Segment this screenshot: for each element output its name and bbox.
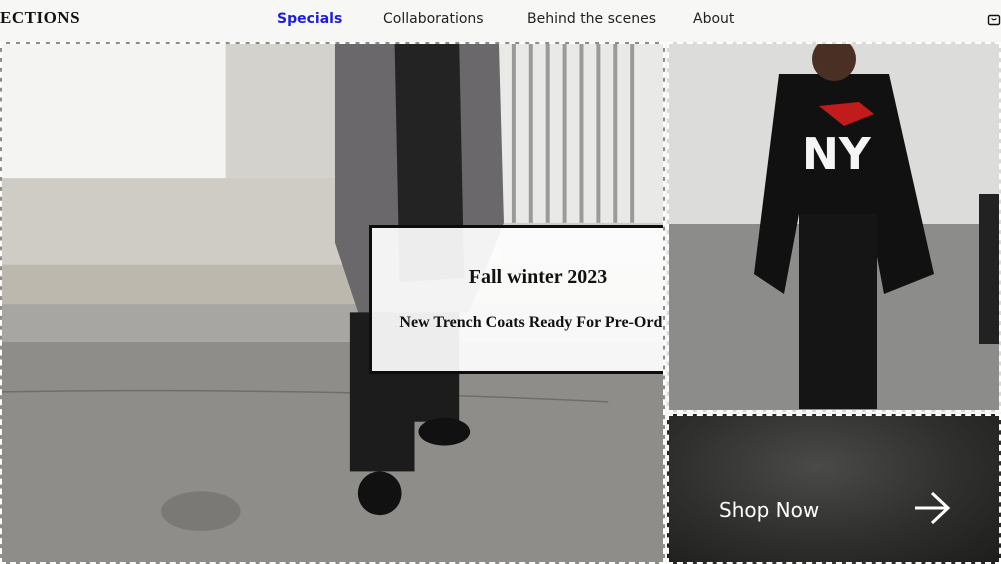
- runway-photo: NY: [669, 44, 999, 410]
- nav-behind-the-scenes[interactable]: Behind the scenes: [527, 11, 656, 27]
- shop-now-label: Shop Now: [719, 498, 820, 522]
- shopping-bag-icon[interactable]: [987, 12, 1001, 26]
- nav-specials[interactable]: Specials: [277, 11, 342, 27]
- shop-now-button[interactable]: Shop Now: [667, 414, 1001, 564]
- runway-image: NY: [667, 42, 1001, 412]
- promo-subtitle: New Trench Coats Ready For Pre-Order: [399, 314, 665, 331]
- hero-image: Fall winter 2023 New Trench Coats Ready …: [0, 42, 665, 564]
- promo-title: Fall winter 2023: [468, 266, 608, 288]
- ny-graphic: NY: [802, 129, 872, 180]
- main-nav: Specials Collaborations Behind the scene…: [0, 11, 1001, 31]
- top-navigation-bar: ECTIONS Specials Collaborations Behind t…: [0, 0, 1001, 40]
- nav-collaborations[interactable]: Collaborations: [383, 11, 484, 27]
- promo-card[interactable]: Fall winter 2023 New Trench Coats Ready …: [369, 225, 665, 374]
- arrow-right-icon: [915, 491, 951, 525]
- nav-about[interactable]: About: [693, 11, 734, 27]
